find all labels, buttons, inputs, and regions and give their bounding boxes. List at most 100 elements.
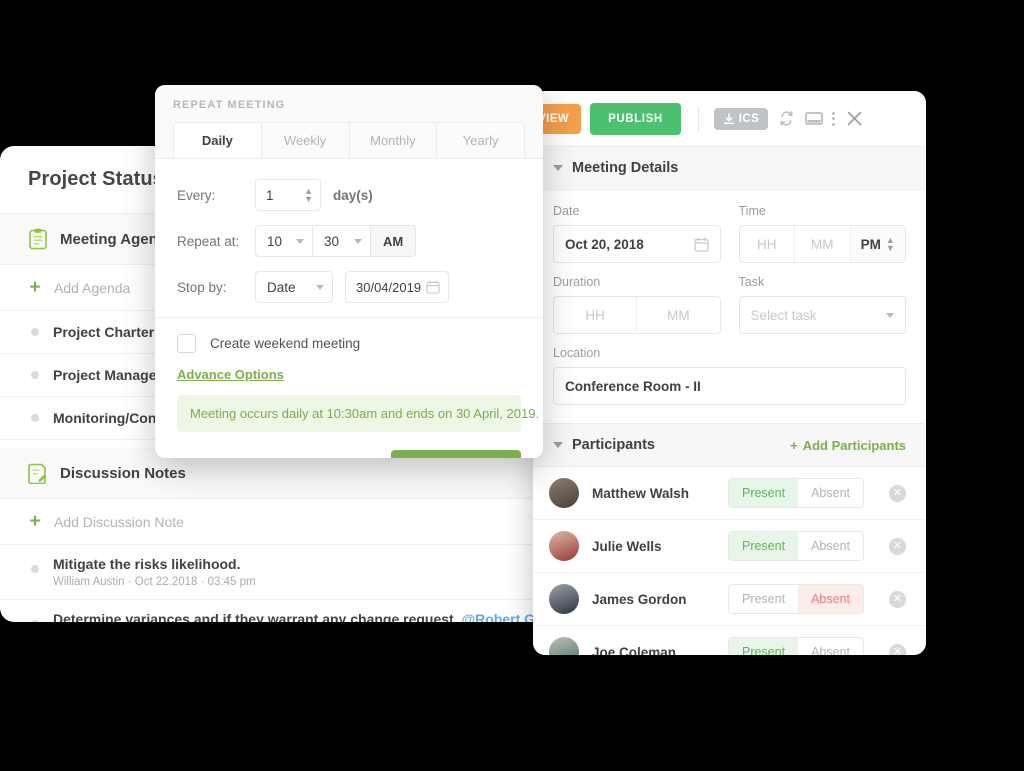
location-label: Location: [553, 346, 601, 360]
avatar: [549, 637, 579, 655]
remove-participant-icon[interactable]: ✕: [889, 537, 906, 555]
avatar: [549, 584, 579, 614]
date-value: Oct 20, 2018: [565, 236, 644, 252]
present-button[interactable]: Present: [728, 479, 799, 507]
date-input[interactable]: Oct 20, 2018: [553, 225, 721, 263]
ics-label: ICS: [738, 112, 760, 125]
every-number-stepper[interactable]: 1 ▲ ▼: [255, 179, 321, 211]
stop-by-mode-select[interactable]: Date: [255, 271, 333, 303]
meeting-details-section-header[interactable]: Meeting Details: [533, 147, 926, 190]
time-mm-input[interactable]: MM: [795, 226, 851, 262]
participant-name: Joe Coleman: [592, 644, 677, 656]
chevron-down-icon: [886, 312, 894, 318]
discussion-note-row[interactable]: Determine variances and if they warrant …: [0, 600, 546, 622]
repeat-meeting-submit-button[interactable]: Repeat Meeting: [390, 450, 521, 458]
duration-task-row: Duration HH MM Task Select task: [553, 275, 906, 334]
stepper-icon: ▲ ▼: [885, 235, 895, 253]
clipboard-icon: [29, 228, 47, 250]
plus-icon: +: [790, 437, 798, 453]
calendar-icon[interactable]: [693, 236, 709, 252]
task-label: Task: [738, 275, 765, 289]
plus-icon: +: [29, 277, 41, 298]
participant-row: James Gordon Present Absent ✕: [533, 573, 926, 626]
repeat-minute-value: 30: [324, 233, 340, 249]
attendance-toggle: Present Absent: [727, 478, 864, 508]
modal-body: Every: 1 ▲ ▼ day(s) Repeat at: 10 30 AM …: [155, 159, 543, 432]
absent-button[interactable]: Absent: [798, 585, 863, 613]
duration-hh-input[interactable]: HH: [554, 297, 638, 333]
create-weekend-meeting-checkbox[interactable]: [177, 334, 196, 353]
participant-row: Joe Coleman Present Absent ✕: [533, 626, 926, 655]
stepper-icon: ▲ ▼: [304, 186, 313, 204]
date-label: Date: [553, 204, 580, 218]
stop-by-date-value: 30/04/2019: [356, 279, 422, 295]
avatar: [549, 478, 579, 508]
time-hh-input[interactable]: HH: [740, 226, 795, 262]
recurrence-summary: Meeting occurs daily at 10:30am and ends…: [177, 395, 539, 432]
time-field-group: Time HH MM PM ▲ ▼: [738, 204, 906, 263]
remove-participant-icon[interactable]: ✕: [889, 484, 906, 502]
repeat-minute-select[interactable]: 30: [313, 225, 371, 257]
add-participants-label: Add Participants: [802, 437, 906, 453]
stop-by-label: Stop by:: [177, 279, 227, 295]
location-input[interactable]: Conference Room - II: [553, 367, 906, 405]
tab-monthly[interactable]: Monthly: [350, 123, 438, 158]
bullet-icon: [31, 414, 39, 422]
create-weekend-meeting-label: Create weekend meeting: [210, 336, 361, 351]
time-input-group: HH MM PM ▲ ▼: [738, 225, 906, 263]
repeat-meeting-modal: REPEAT MEETING Daily Weekly Monthly Year…: [155, 85, 543, 458]
participant-row: Julie Wells Present Absent ✕: [533, 520, 926, 573]
repeat-icon[interactable]: [777, 109, 796, 128]
tab-daily[interactable]: Daily: [174, 123, 262, 158]
repeat-hour-select[interactable]: 10: [255, 225, 313, 257]
repeat-at-row: Repeat at: 10 30 AM: [177, 225, 521, 257]
chevron-down-icon: [296, 238, 304, 244]
discussion-note-text: Mitigate the risks likelihood.: [53, 556, 256, 572]
chevron-down-icon: [553, 165, 563, 171]
task-select[interactable]: Select task: [738, 296, 906, 334]
modal-title: REPEAT MEETING: [173, 99, 286, 111]
minimize-icon[interactable]: [805, 111, 823, 126]
meeting-details-panel: R REVIEW PUBLISH ICS: [533, 91, 926, 655]
tab-yearly[interactable]: Yearly: [437, 123, 524, 158]
duration-label: Duration: [553, 275, 601, 289]
download-ics-button[interactable]: ICS: [713, 107, 769, 130]
absent-button[interactable]: Absent: [798, 638, 863, 655]
task-selected-value: Select task: [750, 307, 817, 323]
participants-section-header[interactable]: Participants + Add Participants: [533, 423, 926, 467]
duration-input-group: HH MM: [553, 296, 721, 334]
add-discussion-note-button[interactable]: + Add Discussion Note: [0, 499, 546, 545]
absent-button[interactable]: Absent: [798, 532, 863, 560]
stop-by-mode-value: Date: [267, 279, 296, 295]
present-button[interactable]: Present: [728, 638, 799, 655]
more-options-icon[interactable]: [832, 111, 836, 126]
close-icon[interactable]: [846, 110, 863, 127]
repeat-ampm-toggle[interactable]: AM: [371, 225, 417, 257]
advance-options-link[interactable]: Advance Options: [177, 367, 284, 382]
present-button[interactable]: Present: [728, 532, 799, 560]
meeting-details-form: Date Oct 20, 2018 Time HH MM PM ▲ ▼ Dura…: [533, 190, 926, 423]
weekend-checkbox-row[interactable]: Create weekend meeting: [177, 334, 521, 353]
every-label: Every:: [177, 187, 216, 203]
publish-button[interactable]: PUBLISH: [590, 102, 681, 135]
chevron-down-icon: [354, 238, 362, 244]
date-time-row: Date Oct 20, 2018 Time HH MM PM ▲ ▼: [553, 204, 906, 263]
absent-button[interactable]: Absent: [798, 479, 863, 507]
discussion-note-row[interactable]: Mitigate the risks likelihood. William A…: [0, 545, 546, 600]
stop-by-row: Stop by: Date 30/04/2019: [177, 271, 521, 303]
remove-participant-icon[interactable]: ✕: [889, 590, 906, 608]
stop-by-date-input[interactable]: 30/04/2019: [345, 271, 449, 303]
add-participants-button[interactable]: + Add Participants: [790, 438, 906, 453]
every-value: 1: [266, 187, 274, 203]
calendar-icon[interactable]: [426, 280, 440, 294]
remove-participant-icon[interactable]: ✕: [889, 643, 906, 655]
tab-weekly[interactable]: Weekly: [262, 123, 350, 158]
present-button[interactable]: Present: [728, 585, 799, 613]
duration-mm-input[interactable]: MM: [637, 297, 719, 333]
discussion-note-text: Determine variances and if they warrant …: [53, 611, 546, 622]
time-ampm-stepper[interactable]: PM ▲ ▼: [850, 226, 905, 262]
modal-footer: Repeat Meeting: [155, 432, 543, 458]
download-icon: [723, 112, 734, 124]
attendance-toggle: Present Absent: [727, 584, 864, 614]
participant-name: James Gordon: [592, 591, 687, 607]
